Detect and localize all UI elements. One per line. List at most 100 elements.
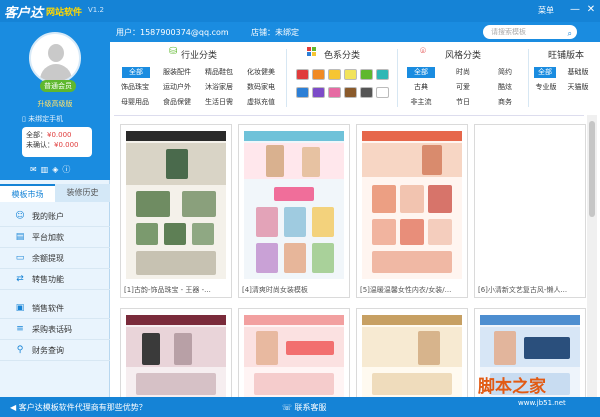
exchange-icon: ⇄: [16, 274, 24, 284]
sidebar-item-withdraw[interactable]: ▭ 余额提现: [0, 248, 110, 269]
template-card[interactable]: [5]温暖温馨女性内衣/女装/...: [356, 124, 468, 298]
color-swatch[interactable]: [312, 69, 325, 80]
template-thumbnail[interactable]: [244, 131, 344, 279]
tab-template-market[interactable]: 模板市场: [0, 184, 55, 202]
template-thumbnail[interactable]: [244, 315, 344, 399]
sidebar-item-purchase-code[interactable]: ≡ 采购表话码: [0, 319, 110, 340]
style-business[interactable]: 商务: [491, 97, 519, 108]
template-card[interactable]: [4]清爽时尚女装模板: [238, 124, 350, 298]
industry-daily[interactable]: 生活日需: [200, 97, 238, 108]
style-classic[interactable]: 古典: [407, 82, 435, 93]
thumb-product: [428, 219, 452, 245]
industry-all[interactable]: 全部: [122, 67, 150, 78]
color-swatch[interactable]: [360, 69, 373, 80]
thumb-model: [302, 147, 320, 177]
thumb-product: [400, 185, 424, 213]
template-thumbnail[interactable]: [126, 131, 226, 279]
thumb-product: [136, 251, 216, 275]
color-swatch[interactable]: [328, 87, 341, 98]
style-alternative[interactable]: 非主流: [403, 97, 439, 108]
menu-button[interactable]: 菜单: [538, 5, 554, 16]
color-swatch[interactable]: [312, 87, 325, 98]
sidebar-item-sell-software[interactable]: ▣ 销售软件: [0, 298, 110, 319]
site-watermark: 脚本之家: [478, 377, 546, 397]
template-card[interactable]: [6]小清新文艺复古风-懒人...: [474, 124, 586, 298]
notice-text: 客户达模板软件代理商有那些优势？: [18, 403, 147, 412]
sidebar-item-top-up[interactable]: ▤ 平台加款: [0, 227, 110, 248]
template-thumbnail[interactable]: [126, 315, 226, 399]
style-cute[interactable]: 可爱: [449, 82, 477, 93]
info-icon[interactable]: ⓘ: [62, 165, 74, 174]
upgrade-link[interactable]: 升级高级版: [0, 99, 110, 109]
thumb-product: [164, 223, 186, 245]
template-thumbnail[interactable]: [362, 131, 462, 279]
chart-icon[interactable]: ▥: [41, 165, 53, 174]
industry-baby[interactable]: 母婴用品: [116, 97, 154, 108]
color-swatch[interactable]: [376, 87, 389, 98]
sidebar-item-resell[interactable]: ⇄ 转售功能: [0, 269, 110, 290]
style-simple[interactable]: 简约: [491, 67, 519, 78]
industry-digital[interactable]: 数码家电: [242, 82, 280, 93]
bind-phone-link[interactable]: ▯ 未绑定手机: [22, 114, 63, 124]
edition-filter: 旺铺版本 全部 基础版 专业版 天猫版: [532, 45, 600, 111]
avatar[interactable]: [29, 32, 81, 84]
industry-food[interactable]: 食品保健: [158, 97, 196, 108]
template-caption: [5]温暖温馨女性内衣/女装/...: [360, 286, 452, 294]
contact-support-button[interactable]: ☏ 联系客服: [282, 402, 327, 413]
close-button[interactable]: ✕: [584, 3, 598, 17]
thumb-sale-tag: [274, 187, 314, 201]
sidebar-item-finance[interactable]: ⚲ 财务查询: [0, 340, 110, 361]
sidebar-item-my-account[interactable]: ☺ 我的账户: [0, 206, 110, 227]
template-card[interactable]: [120, 308, 232, 400]
industry-sports[interactable]: 运动户外: [158, 82, 196, 93]
notice-link[interactable]: ◀ 客户达模板软件代理商有那些优势？: [10, 402, 147, 413]
template-card[interactable]: [238, 308, 350, 400]
style-festival[interactable]: 节日: [449, 97, 477, 108]
code-icon: ≡: [16, 324, 24, 334]
thumb-model: [256, 331, 278, 365]
template-card[interactable]: [356, 308, 468, 400]
sidebar: 普通会员 升级高级版 ▯ 未绑定手机 全部：¥0.000 未确认：¥0.000 …: [0, 22, 110, 397]
industry-jewelry[interactable]: 饰品珠宝: [116, 82, 154, 93]
style-cool[interactable]: 酷炫: [491, 82, 519, 93]
color-swatch[interactable]: [344, 69, 357, 80]
edition-basic[interactable]: 基础版: [560, 67, 596, 78]
minimize-button[interactable]: —: [568, 3, 582, 17]
industry-cosmetics[interactable]: 化妆健美: [242, 67, 280, 78]
search-input[interactable]: 请搜索模板 ⌕: [483, 25, 577, 39]
tab-decor-history[interactable]: 装修历史: [55, 184, 110, 202]
vertical-scrollbar[interactable]: [587, 115, 597, 397]
shortcut-icons[interactable]: ✉▥◈ⓘ: [30, 164, 74, 175]
search-icon[interactable]: ⌕: [568, 27, 572, 41]
gift-icon[interactable]: ◈: [52, 165, 62, 174]
color-swatch[interactable]: [376, 69, 389, 80]
template-thumbnail[interactable]: [480, 131, 580, 279]
industry-shoes-bags[interactable]: 精品鞋包: [200, 67, 238, 78]
edition-all[interactable]: 全部: [534, 67, 556, 78]
industry-apparel[interactable]: 服装配件: [158, 67, 196, 78]
color-swatch[interactable]: [344, 87, 357, 98]
sidebar-item-label: 财务查询: [32, 346, 64, 355]
wallet-icon: ▤: [15, 232, 25, 242]
industry-virtual[interactable]: 虚拟充值: [242, 97, 280, 108]
style-all[interactable]: 全部: [407, 67, 435, 78]
scrollbar-thumb[interactable]: [589, 121, 595, 217]
mail-icon[interactable]: ✉: [30, 165, 41, 174]
thumb-product: [312, 243, 334, 273]
balance-total: ¥0.000: [47, 131, 72, 139]
color-swatch[interactable]: [296, 69, 309, 80]
template-card[interactable]: [1]古韵-饰品珠宝 - 王器 -...: [120, 124, 232, 298]
thumb-product: [372, 185, 396, 213]
industry-home[interactable]: 沐浴家居: [200, 82, 238, 93]
user-icon: ☺: [15, 211, 25, 221]
edition-tmall[interactable]: 天猫版: [560, 82, 596, 93]
sidebar-item-label: 我的账户: [32, 212, 64, 221]
color-swatch[interactable]: [296, 87, 309, 98]
style-fashion[interactable]: 时尚: [449, 67, 477, 78]
color-swatch[interactable]: [328, 69, 341, 80]
template-thumbnail[interactable]: [362, 315, 462, 399]
edition-pro[interactable]: 专业版: [532, 82, 560, 93]
thumb-banner: [362, 327, 462, 367]
color-swatch[interactable]: [360, 87, 373, 98]
shop-binding[interactable]: 店铺：未绑定: [251, 27, 299, 38]
